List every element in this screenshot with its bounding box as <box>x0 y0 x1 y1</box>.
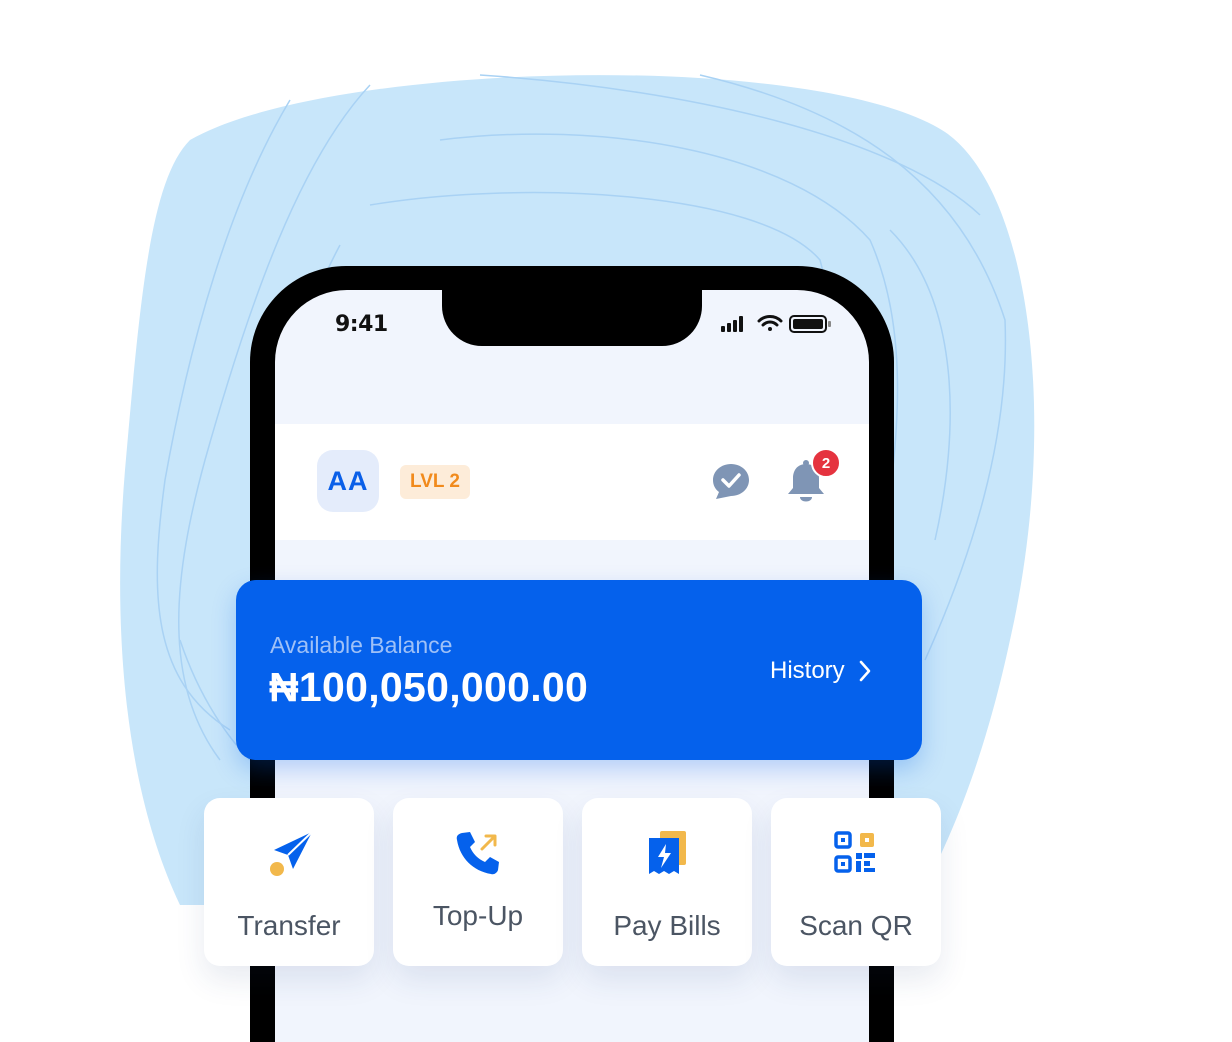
history-label: History <box>770 657 845 684</box>
scan-qr-button[interactable]: Scan QR <box>771 798 941 966</box>
qr-code-icon <box>834 831 875 873</box>
top-up-label: Top-Up <box>432 900 524 931</box>
wifi-icon <box>757 315 783 331</box>
phone-notch <box>442 290 702 346</box>
bill-icon <box>649 831 686 874</box>
pay-bills-button[interactable]: Pay Bills <box>582 798 752 966</box>
chat-check-icon[interactable] <box>710 461 752 503</box>
scan-qr-label: Scan QR <box>799 910 913 941</box>
send-icon <box>270 831 313 876</box>
avatar[interactable]: AA <box>317 450 379 512</box>
balance-amount: ₦100,050,000.00 <box>269 664 589 710</box>
notification-badge: 2 <box>811 448 841 478</box>
top-up-button[interactable]: Top-Up <box>393 798 563 966</box>
history-link[interactable]: History <box>770 653 873 689</box>
balance-card: Available Balance ₦100,050,000.00 Histor… <box>236 580 922 760</box>
status-icons <box>721 315 831 333</box>
chevron-right-icon <box>859 660 870 682</box>
header-bar: AA LVL 2 2 <box>275 424 869 540</box>
pay-bills-label: Pay Bills <box>613 910 721 941</box>
status-time: 9:41 <box>335 312 388 337</box>
app-stage: 9:41 AA LVL 2 2 Available Balance ₦100,0… <box>0 0 1232 1042</box>
balance-label: Available Balance <box>270 632 453 658</box>
transfer-label: Transfer <box>237 910 341 941</box>
battery-icon <box>789 315 831 333</box>
transfer-button[interactable]: Transfer <box>204 798 374 966</box>
signal-icon <box>721 316 743 332</box>
phone-topup-icon <box>456 832 499 875</box>
level-badge: LVL 2 <box>400 465 470 499</box>
